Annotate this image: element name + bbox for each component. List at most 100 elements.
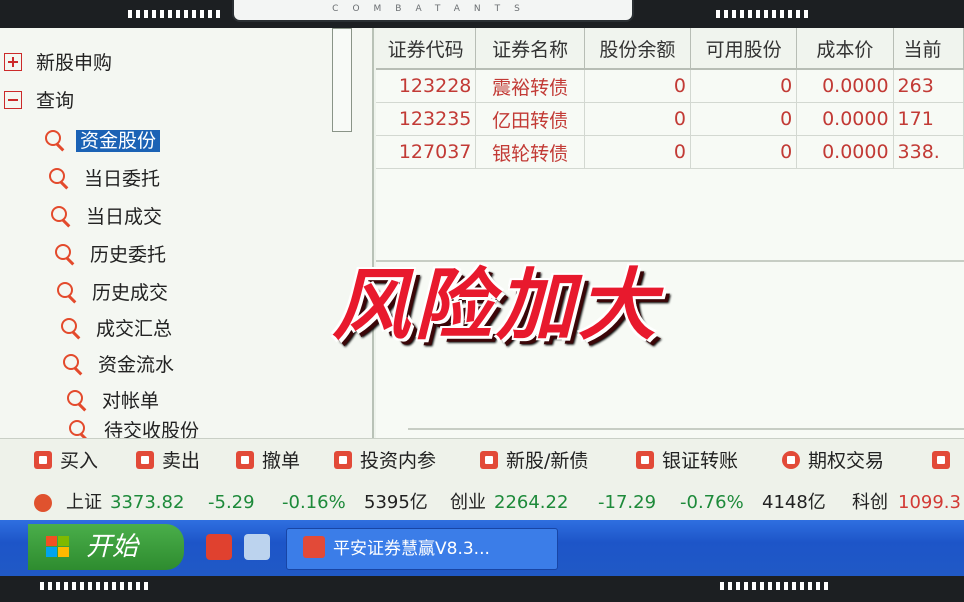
col-balance[interactable]: 股份余额 — [584, 28, 692, 70]
function-tree: 新股申购 查询 资金股份 当日委托 当日成交 历史委托 历史成交 成交汇总 资金… — [0, 28, 374, 438]
frame-stripe — [716, 10, 808, 18]
tree-item-today-orders[interactable]: 当日委托 — [48, 164, 164, 194]
sh-index-volume: 5395亿 — [364, 492, 428, 513]
tree-item-statement[interactable]: 对帐单 — [66, 386, 163, 416]
cell-code: 127037 — [376, 135, 477, 169]
expand-icon[interactable] — [4, 52, 22, 71]
cell-balance: 0 — [584, 135, 692, 169]
tree-item-history-orders[interactable]: 历史委托 — [54, 240, 170, 270]
bookmark-button[interactable] — [932, 447, 958, 475]
cell-name: 亿田转债 — [475, 102, 585, 136]
windows-logo-icon — [46, 536, 70, 558]
tree-item-today-deals[interactable]: 当日成交 — [50, 202, 166, 232]
cancel-order-icon — [236, 450, 254, 469]
cell-current: 263 — [893, 69, 964, 103]
kc-index-value: 1099.3 — [898, 492, 961, 513]
table-header-row: 证券代码 证券名称 股份余额 可用股份 成本价 当前 — [376, 28, 964, 70]
search-icon — [62, 353, 84, 375]
panel-divider — [408, 428, 964, 430]
buy-icon — [34, 450, 52, 469]
search-icon — [48, 167, 70, 189]
cell-name: 震裕转债 — [475, 69, 585, 103]
search-icon — [50, 205, 72, 227]
cell-cost: 0.0000 — [796, 102, 894, 136]
research-button[interactable]: 投资内参 — [334, 447, 436, 475]
cell-code: 123235 — [376, 102, 477, 136]
col-available[interactable]: 可用股份 — [690, 28, 798, 70]
sell-icon — [136, 450, 154, 469]
table-row[interactable]: 123235 亿田转债 0 0 0.0000 171 — [376, 102, 964, 136]
sh-index-label: 上证 — [66, 492, 102, 513]
trading-app-icon — [303, 536, 325, 558]
cy-index-change: -17.29 — [598, 492, 657, 513]
cell-current: 338. — [893, 135, 964, 169]
ipo-bond-button[interactable]: 新股/新债 — [480, 447, 588, 475]
table-row[interactable]: 123228 震裕转债 0 0 0.0000 263 — [376, 69, 964, 103]
holdings-table: 证券代码 证券名称 股份余额 可用股份 成本价 当前 123228 震裕转债 0… — [376, 28, 964, 169]
cy-index-value: 2264.22 — [494, 492, 569, 513]
photo-frame-top: COMBATANTS — [0, 0, 964, 28]
quick-launch-trading-icon[interactable] — [206, 534, 232, 560]
frame-banner: COMBATANTS — [232, 0, 634, 22]
market-ticker: 上证 3373.82 -5.29 -0.16% 5395亿 创业 2264.22… — [0, 484, 964, 520]
action-toolbar: 买入 卖出 撤单 投资内参 新股/新债 银证转账 期权交易 — [0, 438, 964, 485]
taskbar-app-trading[interactable]: 平安证券慧赢V8.3... — [286, 528, 558, 570]
sh-index-pct: -0.16% — [282, 492, 346, 513]
sh-index-value: 3373.82 — [110, 492, 185, 513]
frame-stripe — [128, 10, 220, 18]
kc-index-label: 科创 — [852, 492, 888, 513]
cancel-order-button[interactable]: 撤单 — [236, 447, 300, 475]
cell-balance: 0 — [584, 102, 692, 136]
search-icon — [56, 281, 78, 303]
cell-balance: 0 — [584, 69, 692, 103]
col-name[interactable]: 证券名称 — [475, 28, 585, 70]
research-icon — [334, 450, 352, 469]
tree-item-pending-settlement[interactable]: 待交收股份 — [68, 420, 203, 438]
cy-index-label: 创业 — [450, 492, 486, 513]
tree-item-query[interactable]: 查询 — [4, 86, 78, 116]
market-icon — [34, 494, 52, 512]
frame-stripe — [40, 582, 150, 590]
tree-item-history-deals[interactable]: 历史成交 — [56, 278, 172, 308]
tree-item-new-ipo[interactable]: 新股申购 — [4, 48, 116, 78]
cell-cost: 0.0000 — [796, 69, 894, 103]
buy-button[interactable]: 买入 — [34, 447, 98, 475]
table-row[interactable]: 127037 银轮转债 0 0 0.0000 338. — [376, 135, 964, 169]
cy-index-volume: 4148亿 — [762, 492, 826, 513]
quick-launch-desktop-icon[interactable] — [244, 534, 270, 560]
cell-available: 0 — [690, 69, 798, 103]
sh-index-change: -5.29 — [208, 492, 255, 513]
search-icon — [60, 317, 82, 339]
col-current[interactable]: 当前 — [893, 28, 964, 70]
options-trading-button[interactable]: 期权交易 — [782, 447, 884, 475]
search-icon — [54, 243, 76, 265]
search-icon — [68, 420, 90, 438]
taskbar: 开始 平安证券慧赢V8.3... — [0, 520, 964, 576]
tree-item-funds-shares[interactable]: 资金股份 — [44, 126, 161, 156]
warning-caption: 风险加大 — [331, 261, 660, 351]
cell-name: 银轮转债 — [475, 135, 585, 169]
tree-item-deal-summary[interactable]: 成交汇总 — [60, 314, 176, 344]
search-icon — [66, 389, 88, 411]
collapse-icon[interactable] — [4, 90, 22, 109]
tree-item-fund-flow[interactable]: 资金流水 — [62, 350, 178, 380]
bank-transfer-icon — [636, 450, 654, 469]
cy-index-pct: -0.76% — [680, 492, 744, 513]
bank-transfer-button[interactable]: 银证转账 — [636, 447, 738, 475]
search-icon — [44, 129, 66, 151]
col-code[interactable]: 证券代码 — [376, 28, 477, 70]
cell-current: 171 — [893, 102, 964, 136]
tree-scrollbar[interactable] — [332, 28, 352, 132]
cell-available: 0 — [690, 102, 798, 136]
bookmark-icon — [932, 450, 950, 469]
photo-frame-bottom — [0, 576, 964, 602]
frame-stripe — [720, 582, 830, 590]
options-icon — [782, 450, 800, 469]
holdings-grid: 证券代码 证券名称 股份余额 可用股份 成本价 当前 123228 震裕转债 0… — [376, 28, 964, 438]
cell-code: 123228 — [376, 69, 477, 103]
ipo-icon — [480, 450, 498, 469]
col-cost[interactable]: 成本价 — [796, 28, 894, 70]
start-button[interactable]: 开始 — [28, 524, 184, 570]
sell-button[interactable]: 卖出 — [136, 447, 200, 475]
cell-available: 0 — [690, 135, 798, 169]
